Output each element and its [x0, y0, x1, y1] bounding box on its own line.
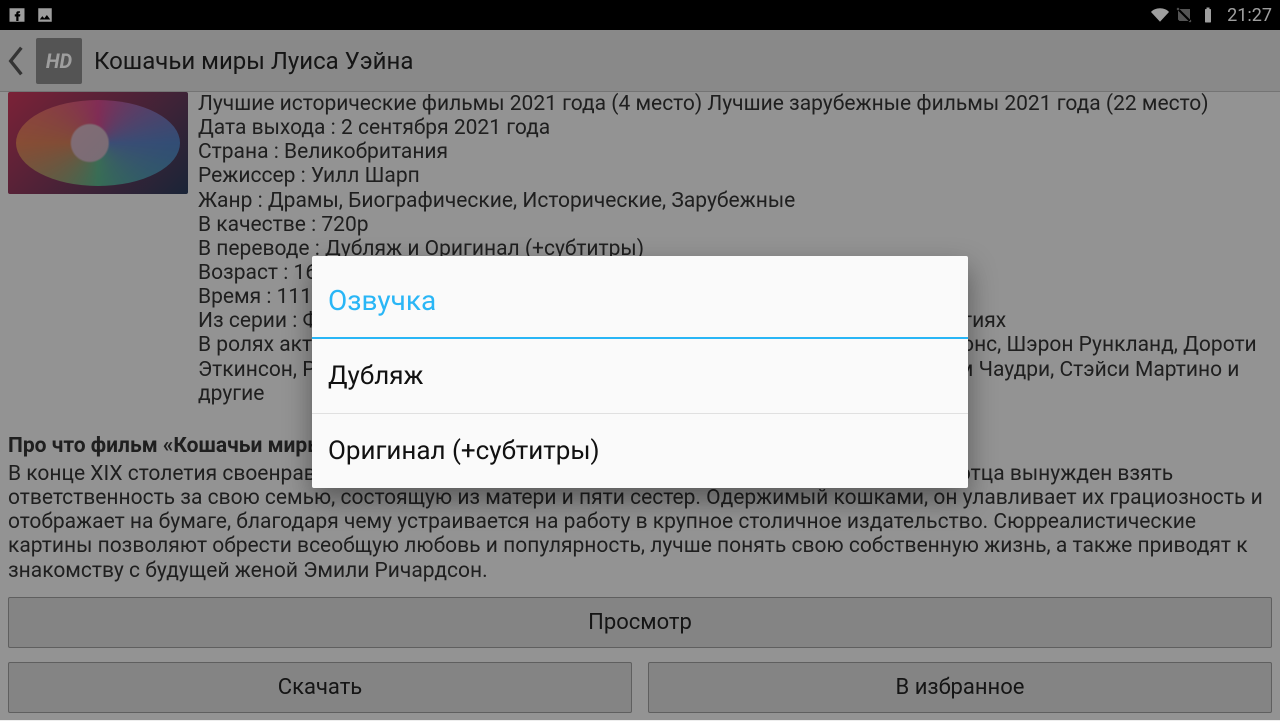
- voiceover-dialog: Озвучка Дубляж Оригинал (+субтитры): [312, 256, 968, 488]
- dialog-title: Озвучка: [312, 256, 968, 339]
- dialog-option-original[interactable]: Оригинал (+субтитры): [312, 414, 968, 488]
- dialog-option-dub[interactable]: Дубляж: [312, 339, 968, 414]
